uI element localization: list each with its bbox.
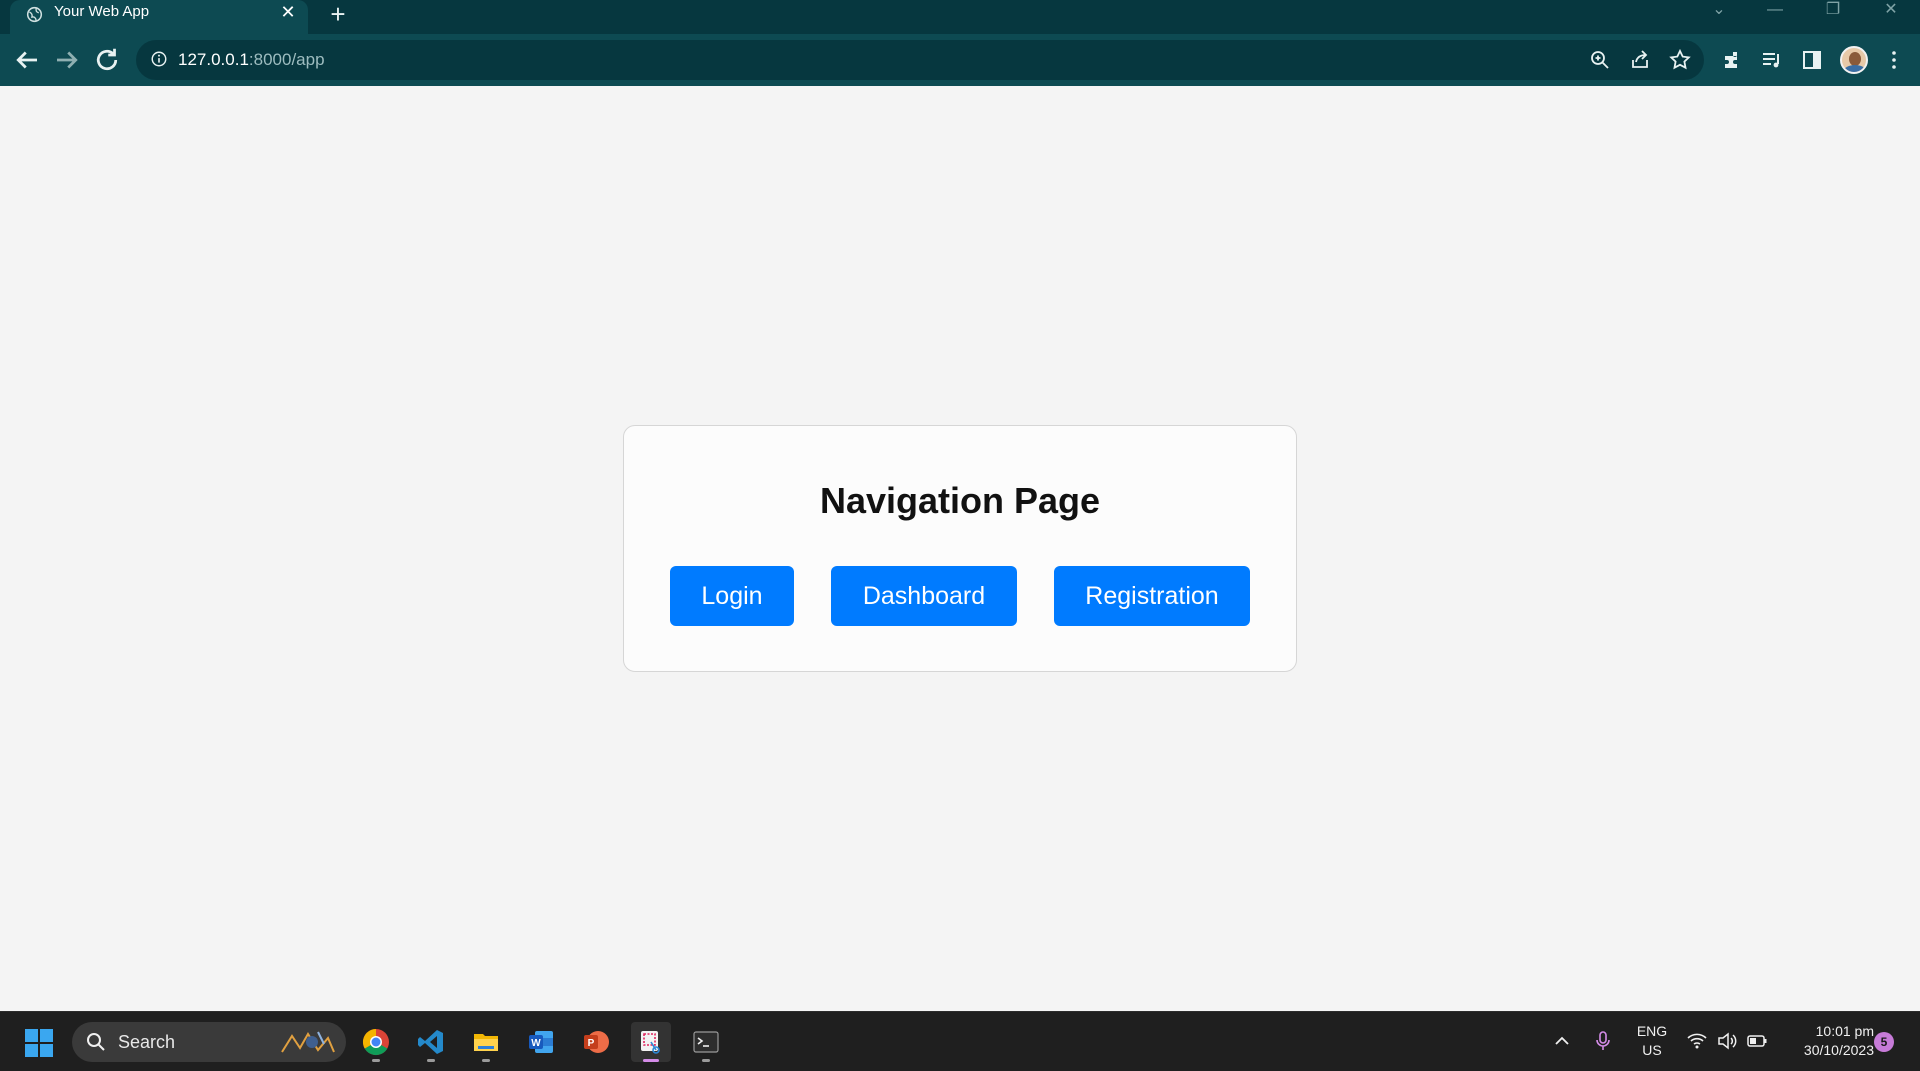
search-highlight-icon bbox=[281, 1031, 335, 1053]
search-icon bbox=[87, 1033, 105, 1051]
microphone-icon[interactable] bbox=[1592, 1030, 1614, 1052]
sidepanel-icon[interactable] bbox=[1800, 48, 1824, 72]
restore-icon[interactable]: ❐ bbox=[1810, 0, 1856, 24]
clock-date: 30/10/2023 bbox=[1803, 1042, 1874, 1058]
powerpoint-icon: P bbox=[584, 1031, 609, 1053]
star-icon[interactable] bbox=[1668, 48, 1692, 72]
powerpoint-app[interactable]: P bbox=[576, 1022, 616, 1062]
info-icon[interactable] bbox=[150, 50, 168, 68]
wifi-icon[interactable] bbox=[1686, 1030, 1708, 1052]
page-viewport: Navigation Page Login Dashboard Registra… bbox=[0, 86, 1920, 1011]
svg-text:W: W bbox=[531, 1038, 541, 1049]
file-explorer-app[interactable] bbox=[466, 1022, 506, 1062]
terminal-icon bbox=[693, 1031, 719, 1053]
close-tab-icon[interactable]: ✕ bbox=[278, 2, 298, 22]
region-code: US bbox=[1642, 1042, 1662, 1058]
share-icon[interactable] bbox=[1628, 48, 1652, 72]
word-app[interactable]: W bbox=[521, 1022, 561, 1062]
chrome-icon bbox=[362, 1028, 389, 1056]
vscode-icon bbox=[418, 1030, 443, 1054]
url-host: 127.0.0.1 bbox=[178, 50, 249, 69]
notification-badge[interactable]: 5 bbox=[1874, 1032, 1894, 1052]
word-icon: W bbox=[529, 1031, 553, 1053]
page-title: Navigation Page bbox=[819, 480, 1101, 521]
taskbar: Search W P ENG US 10:01 pm 30/10/2023 5 bbox=[0, 1011, 1920, 1071]
tab-search-icon[interactable]: ⌄ bbox=[1696, 0, 1742, 24]
forward-icon[interactable] bbox=[52, 45, 82, 75]
tab-title: Your Web App bbox=[54, 3, 150, 20]
minimize-icon[interactable]: — bbox=[1752, 0, 1798, 24]
vscode-app[interactable] bbox=[411, 1022, 451, 1062]
media-icon[interactable] bbox=[1760, 48, 1784, 72]
terminal-app[interactable] bbox=[686, 1022, 726, 1062]
running-indicator bbox=[427, 1059, 435, 1062]
zoom-icon[interactable] bbox=[1588, 48, 1612, 72]
url-text[interactable]: 127.0.0.1:8000/app bbox=[178, 50, 325, 70]
registration-button[interactable]: Registration bbox=[1054, 566, 1250, 626]
snipping-tool-app[interactable] bbox=[631, 1022, 671, 1062]
avatar-shirt bbox=[1844, 65, 1866, 72]
tab-strip: Your Web App ✕ + ⌄ — ❐ ✕ bbox=[0, 0, 1920, 34]
browser-tab[interactable]: Your Web App ✕ bbox=[10, 0, 308, 34]
running-indicator bbox=[643, 1059, 659, 1062]
snipping-tool-icon bbox=[641, 1031, 660, 1054]
clock[interactable]: 10:01 pm 30/10/2023 bbox=[1778, 1022, 1874, 1060]
dashboard-button[interactable]: Dashboard bbox=[831, 566, 1017, 626]
windows-start-icon[interactable] bbox=[24, 1028, 54, 1058]
new-tab-button[interactable]: + bbox=[324, 1, 352, 29]
browser-toolbar: 127.0.0.1:8000/app bbox=[0, 34, 1920, 86]
language-code: ENG bbox=[1636, 1023, 1668, 1039]
volume-icon[interactable] bbox=[1716, 1030, 1738, 1052]
avatar[interactable] bbox=[1840, 46, 1868, 74]
language-indicator[interactable]: ENG US bbox=[1630, 1022, 1674, 1060]
chrome-app[interactable] bbox=[356, 1022, 396, 1062]
folder-icon bbox=[474, 1034, 498, 1051]
globe-icon bbox=[26, 6, 43, 23]
svg-text:P: P bbox=[588, 1038, 595, 1049]
running-indicator bbox=[482, 1059, 490, 1062]
taskbar-search[interactable]: Search bbox=[72, 1022, 346, 1062]
navigation-card: Navigation Page Login Dashboard Registra… bbox=[623, 425, 1297, 672]
chevron-up-icon[interactable] bbox=[1551, 1030, 1573, 1052]
reload-icon[interactable] bbox=[92, 45, 122, 75]
url-path: :8000/app bbox=[248, 50, 325, 69]
avatar-face bbox=[1849, 52, 1861, 66]
running-indicator bbox=[702, 1059, 710, 1062]
running-indicator bbox=[372, 1059, 380, 1062]
menu-icon[interactable] bbox=[1882, 48, 1906, 72]
address-bar[interactable]: 127.0.0.1:8000/app bbox=[136, 40, 1704, 80]
login-button[interactable]: Login bbox=[670, 566, 794, 626]
close-window-icon[interactable]: ✕ bbox=[1868, 0, 1914, 24]
search-label: Search bbox=[118, 1032, 176, 1052]
battery-icon[interactable] bbox=[1746, 1030, 1768, 1052]
back-icon[interactable] bbox=[12, 45, 42, 75]
extensions-icon[interactable] bbox=[1720, 48, 1744, 72]
clock-time: 10:01 pm bbox=[1815, 1023, 1874, 1039]
